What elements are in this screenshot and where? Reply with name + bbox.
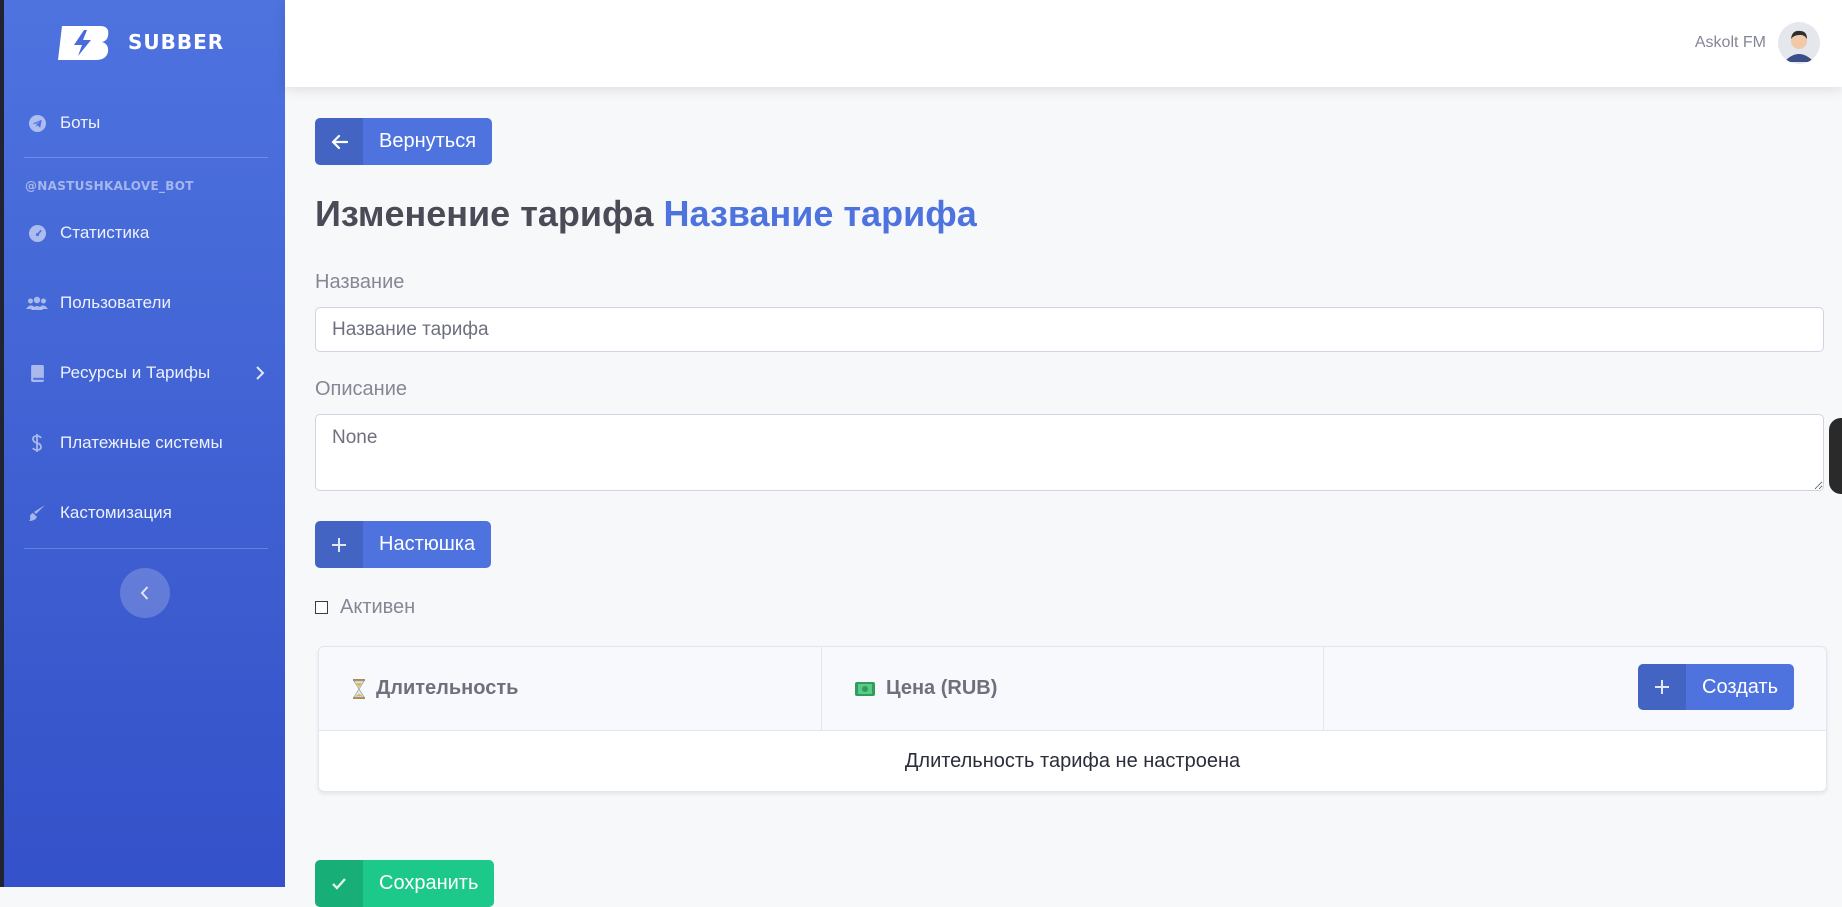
page-title: Изменение тарифа Название тарифа: [315, 193, 977, 235]
sidebar-item-payment-systems[interactable]: Платежные системы: [26, 423, 265, 463]
save-button[interactable]: Сохранить: [315, 860, 495, 907]
table-header: Длительность Цена (RUB) Создать: [319, 647, 1826, 731]
sidebar-section-heading: @NASTUSHKALOVE_BOT: [25, 179, 194, 193]
back-button[interactable]: Вернуться: [315, 118, 493, 165]
sidebar-item-label: Статистика: [60, 223, 150, 242]
sidebar-item-label: Платежные системы: [60, 433, 223, 452]
sidebar-divider: [24, 157, 268, 158]
create-duration-label: Создать: [1702, 675, 1779, 698]
add-resource-label: Настюшка: [379, 533, 476, 555]
side-panel-handle[interactable]: [1829, 418, 1842, 494]
durations-table: Длительность Цена (RUB) Создать Длительн…: [318, 646, 1827, 792]
brand[interactable]: SUBBER: [56, 20, 224, 64]
sidebar-item-label: Кастомизация: [60, 503, 172, 522]
book-icon: [26, 362, 48, 384]
sidebar-item-users[interactable]: Пользователи: [26, 283, 265, 323]
sidebar-divider: [24, 548, 268, 549]
sidebar-item-bots[interactable]: Боты: [26, 103, 265, 143]
create-duration-button[interactable]: Создать: [1638, 664, 1795, 710]
column-header-duration: Длительность: [352, 647, 518, 730]
save-button-label: Сохранить: [379, 872, 479, 894]
plus-icon: [1638, 664, 1686, 710]
chevron-left-icon: [140, 586, 149, 600]
active-checkbox-row: Активен: [315, 596, 415, 619]
brand-name: SUBBER: [128, 30, 225, 54]
user-menu[interactable]: Askolt FM: [1695, 22, 1820, 64]
column-header-price: Цена (RUB): [854, 647, 997, 730]
active-checkbox[interactable]: [315, 601, 328, 614]
dollar-icon: [26, 432, 48, 454]
page-title-accent: Название тарифа: [663, 193, 977, 234]
topbar: Askolt FM: [285, 0, 1842, 87]
description-label: Описание: [315, 378, 408, 400]
user-name: Askolt FM: [1694, 34, 1766, 51]
sidebar-toggle-button[interactable]: [120, 568, 170, 618]
telegram-icon: [26, 112, 48, 134]
column-separator: [821, 647, 822, 730]
plus-icon: [315, 521, 363, 568]
back-button-label: Вернуться: [379, 130, 477, 152]
name-input[interactable]: [315, 307, 1824, 352]
column-header-label: Цена (RUB): [886, 677, 998, 699]
page-title-prefix: Изменение тарифа: [315, 193, 654, 234]
chevron-right-icon: [255, 365, 265, 381]
sidebar-item-label: Ресурсы и Тарифы: [60, 363, 211, 382]
avatar: [1778, 22, 1820, 64]
sidebar-item-label: Боты: [60, 113, 101, 132]
arrow-left-icon: [315, 118, 363, 165]
brush-icon: [26, 502, 48, 524]
hourglass-icon: [352, 678, 366, 699]
sidebar-item-label: Пользователи: [60, 293, 171, 312]
users-icon: [26, 292, 48, 314]
active-checkbox-label: Активен: [340, 596, 416, 618]
sidebar: SUBBER Боты @NASTUSHKALOVE_BOT Статистик…: [4, 0, 285, 887]
sidebar-item-statistics[interactable]: Статистика: [26, 213, 265, 253]
money-icon: [854, 680, 876, 698]
gauge-icon: [26, 222, 48, 244]
brand-logo-icon: [58, 26, 109, 60]
column-header-label: Длительность: [376, 677, 519, 699]
name-label: Название: [315, 271, 405, 293]
check-icon: [315, 860, 363, 907]
column-separator: [1323, 647, 1324, 730]
sidebar-item-resources-tariffs[interactable]: Ресурсы и Тарифы: [26, 353, 265, 393]
sidebar-item-customization[interactable]: Кастомизация: [26, 493, 265, 533]
table-empty-row: Длительность тарифа не настроена: [904, 749, 1241, 772]
add-resource-button[interactable]: Настюшка: [315, 521, 492, 568]
description-textarea[interactable]: None: [315, 414, 1824, 491]
